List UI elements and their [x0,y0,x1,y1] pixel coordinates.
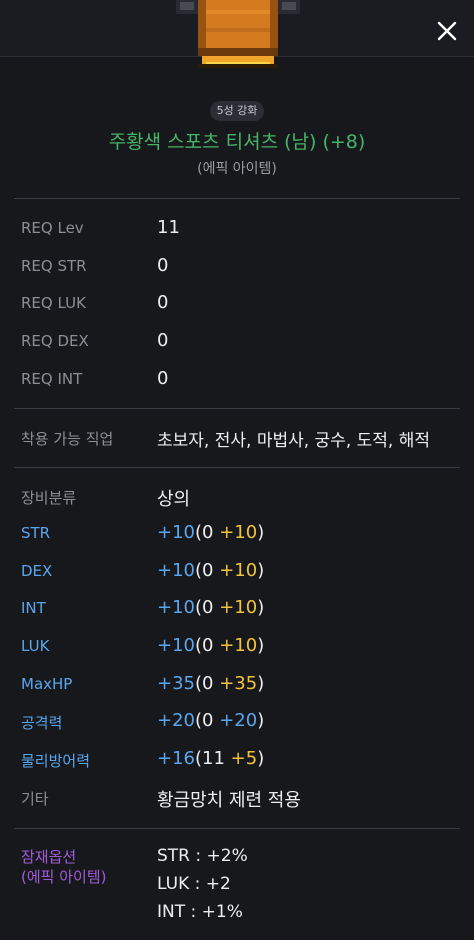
stat-value: +10(0 +10) [157,560,265,581]
req-value: 0 [157,292,169,313]
stat-row-attack: 공격력 +20(0 +20) [0,708,474,738]
stat-value: +10(0 +10) [157,597,265,618]
stat-label: INT [21,599,46,617]
stat-row-luk: LUK +10(0 +10) [0,633,474,663]
stat-row-str: STR +10(0 +10) [0,520,474,550]
etc-value: 황금망치 제련 적용 [157,790,301,811]
stat-row-defense: 물리방어력 +16(11 +5) [0,746,474,776]
stat-total: +10 [157,635,195,656]
stat-row-maxhp: MaxHP +35(0 +35) [0,671,474,701]
stat-base: 11 [202,748,225,769]
req-label: REQ DEX [21,332,89,350]
close-button[interactable] [430,14,464,48]
stat-label: 물리방어력 [21,752,91,770]
stat-value: +10(0 +10) [157,522,265,543]
stat-bonus: +35 [219,673,258,694]
stat-bonus: +5 [230,748,258,769]
req-value: 0 [157,330,169,351]
divider [14,198,460,199]
stat-label: 공격력 [21,714,63,732]
item-grade: (에픽 아이템) [197,161,277,177]
stat-value: +16(11 +5) [157,748,265,769]
stat-total: +20 [157,710,195,731]
orange-shirt-item-icon [176,0,300,68]
req-row-str: REQ STR 0 [0,253,474,283]
stat-total: +10 [157,522,195,543]
stat-base: 0 [202,560,214,581]
category-row: 장비분류 상의 [0,483,474,513]
stat-bonus: +10 [219,635,258,656]
potential-option: STR : +2% [157,846,248,866]
stat-value: +20(0 +20) [157,710,265,731]
stat-base: 0 [202,710,214,731]
req-label: REQ Lev [21,219,84,237]
item-name: 주황색 스포츠 티셔츠 (남) (+8) [108,131,366,153]
potential-label-grade: (에픽 아이템) [21,868,107,886]
stat-total: +16 [157,748,195,769]
divider [14,467,460,468]
stat-base: 0 [202,673,214,694]
category-value: 상의 [157,489,191,510]
stat-label: LUK [21,637,50,655]
potential-option: LUK : +2 [157,874,231,894]
stat-value: +35(0 +35) [157,673,265,694]
jobs-label: 착용 가능 직업 [21,430,114,448]
req-label: REQ INT [21,370,83,388]
etc-label: 기타 [21,790,49,808]
stat-total: +35 [157,673,195,694]
req-row-int: REQ INT 0 [0,366,474,396]
req-value: 0 [157,255,169,276]
req-value: 0 [157,368,169,389]
stat-total: +10 [157,560,195,581]
enhancement-badge: 5성 강화 [210,101,264,121]
stat-bonus: +10 [219,560,258,581]
stat-row-dex: DEX +10(0 +10) [0,558,474,588]
req-row-luk: REQ LUK 0 [0,290,474,320]
stat-label: MaxHP [21,675,73,693]
potential-label: 잠재옵션 (에픽 아이템) [21,847,106,887]
etc-row: 기타 황금망치 제련 적용 [0,784,474,814]
category-label: 장비분류 [21,489,77,507]
req-value: 11 [157,217,180,238]
req-label: REQ LUK [21,294,86,312]
jobs-value: 초보자, 전사, 마법사, 궁수, 도적, 해적 [157,431,430,451]
stat-row-int: INT +10(0 +10) [0,595,474,625]
potential-label-title: 잠재옵션 [21,848,77,866]
stat-value: +10(0 +10) [157,635,265,656]
req-row-dex: REQ DEX 0 [0,328,474,358]
stat-base: 0 [202,635,214,656]
stat-label: DEX [21,562,53,580]
stat-base: 0 [202,597,214,618]
stat-label: STR [21,524,51,542]
stat-bonus: +10 [219,522,258,543]
divider [14,408,460,409]
stat-base: 0 [202,522,214,543]
req-label: REQ STR [21,257,87,275]
stat-total: +10 [157,597,195,618]
potential-option: INT : +1% [157,902,243,922]
stat-bonus: +10 [219,597,258,618]
stat-bonus: +20 [219,710,258,731]
jobs-row: 착용 가능 직업 초보자, 전사, 마법사, 궁수, 도적, 해적 [0,424,474,454]
divider [14,828,460,829]
close-icon [437,21,457,41]
req-row-level: REQ Lev 11 [0,215,474,245]
